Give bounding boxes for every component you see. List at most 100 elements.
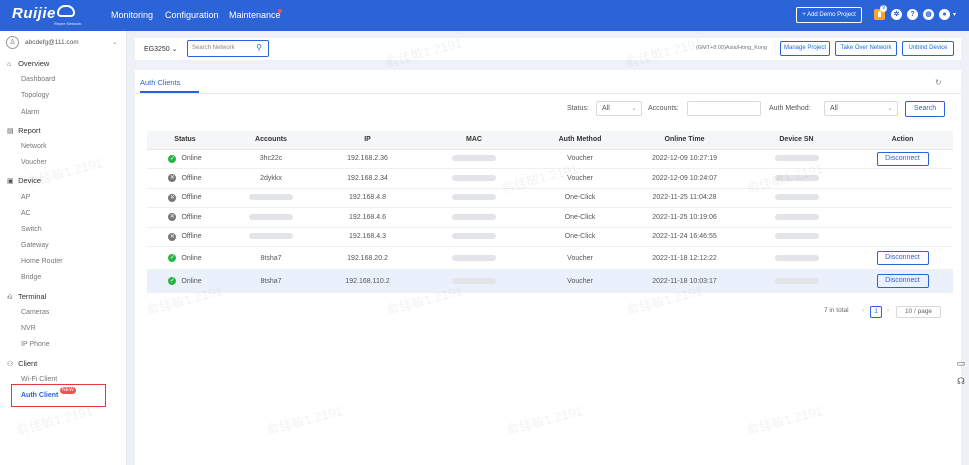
chevron-down-icon: ⌄ bbox=[171, 46, 178, 53]
manage-project-button[interactable]: Manage Project bbox=[780, 41, 830, 56]
gear-icon[interactable]: ✲ bbox=[891, 9, 902, 20]
auth-method-cell: Voucher bbox=[532, 246, 628, 270]
column-header[interactable]: Device SN bbox=[741, 131, 852, 150]
prev-page-icon[interactable]: ‹ bbox=[862, 307, 864, 314]
column-header[interactable]: Action bbox=[852, 131, 953, 150]
nav-maintenance[interactable]: Maintenance bbox=[229, 10, 281, 20]
auth-method-cell: One-Click bbox=[532, 207, 628, 228]
sidebar-item-nvr[interactable]: NVR bbox=[21, 325, 36, 332]
terminal-icon: ⎌ bbox=[7, 294, 13, 301]
status-text: Offline bbox=[181, 213, 202, 221]
action-cell bbox=[852, 188, 953, 208]
sidebar-item-gateway[interactable]: Gateway bbox=[21, 242, 49, 249]
status-filter-select[interactable]: All ⌄ bbox=[596, 101, 642, 116]
redacted-mac bbox=[452, 254, 496, 261]
page-size-select[interactable]: 10 / page bbox=[896, 306, 941, 318]
ip-cell: 192.168.4.8 bbox=[319, 188, 416, 208]
unbind-device-button[interactable]: Unbind Device bbox=[902, 41, 954, 56]
device-sn-cell bbox=[741, 207, 852, 228]
user-icon[interactable]: ● bbox=[939, 9, 950, 20]
search-icon[interactable]: ⚲ bbox=[256, 43, 262, 52]
sidebar-item-ap[interactable]: AP bbox=[21, 194, 30, 201]
account-cell bbox=[223, 207, 319, 228]
sidebar-group-label: Report bbox=[18, 126, 41, 135]
search-button[interactable]: Search bbox=[905, 101, 945, 117]
disconnect-button[interactable]: Disconnect bbox=[876, 151, 929, 166]
disconnect-button[interactable]: Disconnect bbox=[876, 251, 929, 265]
take-over-network-button[interactable]: Take Over Network bbox=[835, 41, 897, 56]
brand-subtitle: Reyee Network bbox=[54, 21, 82, 26]
pagination-total: 7 in total bbox=[824, 307, 849, 314]
sidebar-group-label: Overview bbox=[18, 59, 50, 68]
brand-logo[interactable]: Ruijie bbox=[12, 5, 56, 22]
sidebar-group-report[interactable]: ▤ Report bbox=[7, 126, 41, 135]
sidebar-group-label: Client bbox=[18, 359, 38, 368]
sidebar-item-switch[interactable]: Switch bbox=[21, 226, 42, 233]
account-cell: 3hc22c bbox=[223, 149, 319, 169]
sidebar-item-ac[interactable]: AC bbox=[21, 210, 31, 217]
globe-icon[interactable]: ◍ bbox=[923, 9, 934, 20]
auth-clients-table: Status Accounts IP MAC Auth Method Onlin… bbox=[147, 131, 953, 293]
column-header[interactable]: Auth Method bbox=[532, 131, 628, 150]
user-menu-chevron-icon[interactable]: ▾ bbox=[953, 11, 956, 18]
accounts-filter-input[interactable] bbox=[687, 101, 761, 116]
sidebar-item-voucher[interactable]: Voucher bbox=[21, 159, 47, 166]
chevron-down-icon[interactable]: ⌄ bbox=[112, 38, 117, 46]
auth-method-filter-select[interactable]: All ⌄ bbox=[824, 101, 898, 116]
table-row: ✕ Offline 192.168.4.6 One-Click 2022-11-2… bbox=[147, 207, 953, 228]
sidebar-group-label: Terminal bbox=[17, 292, 47, 301]
column-header[interactable]: Online Time bbox=[628, 131, 741, 150]
feedback-icon[interactable]: ▭ bbox=[954, 358, 968, 372]
ip-cell: 192.168.2.34 bbox=[319, 168, 416, 189]
device-sn-cell bbox=[741, 246, 852, 270]
auth-method-cell: One-Click bbox=[532, 188, 628, 208]
online-time-cell: 2022-11-25 11:04:28 bbox=[628, 188, 741, 208]
online-time-cell: 2022-11-25 10:19:06 bbox=[628, 207, 741, 228]
sidebar-item-ip-phone[interactable]: IP Phone bbox=[21, 341, 50, 348]
account-selector[interactable]: ♙ abcdefg@111.com ⌄ bbox=[6, 36, 121, 54]
account-cell: 8tsha7 bbox=[223, 269, 319, 293]
online-check-icon: ✓ bbox=[168, 277, 177, 285]
sidebar-item-topology[interactable]: Topology bbox=[21, 92, 49, 99]
refresh-icon[interactable]: ↻ bbox=[935, 78, 942, 87]
sidebar-item-wifi-client[interactable]: Wi-Fi Client bbox=[21, 376, 57, 383]
account-cell: 8tsha7 bbox=[223, 246, 319, 270]
action-cell bbox=[852, 207, 953, 228]
column-header[interactable]: IP bbox=[319, 131, 416, 150]
sidebar-item-network[interactable]: Network bbox=[21, 143, 47, 150]
sidebar-group-overview[interactable]: ⌂ Overview bbox=[7, 59, 49, 68]
sidebar-group-client[interactable]: ⚇ Client bbox=[7, 359, 37, 368]
redacted-account bbox=[249, 233, 293, 240]
disconnect-button[interactable]: Disconnect bbox=[876, 274, 929, 288]
sidebar-item-alarm[interactable]: Alarm bbox=[21, 109, 39, 116]
action-cell bbox=[852, 227, 953, 247]
report-icon: ▤ bbox=[7, 128, 14, 135]
sidebar-group-terminal[interactable]: ⎌ Terminal bbox=[7, 292, 46, 302]
next-page-icon[interactable]: › bbox=[887, 307, 889, 314]
nav-monitoring[interactable]: Monitoring bbox=[111, 10, 153, 20]
sidebar-item-bridge[interactable]: Bridge bbox=[21, 274, 41, 281]
action-cell: Disconnect bbox=[852, 149, 953, 169]
status-cell: ✕ Offline bbox=[147, 207, 223, 228]
action-cell: Disconnect bbox=[852, 246, 953, 270]
column-header[interactable]: MAC bbox=[416, 131, 532, 150]
tab-divider bbox=[135, 93, 961, 94]
page-number-button[interactable]: 1 bbox=[870, 306, 882, 318]
redacted-sn bbox=[774, 194, 819, 201]
tab-auth-clients[interactable]: Auth Clients bbox=[140, 78, 180, 87]
online-time-cell: 2022-11-24 16:46:55 bbox=[628, 227, 741, 247]
help-icon[interactable]: ? bbox=[907, 9, 918, 20]
support-headset-icon[interactable]: ☊ bbox=[954, 376, 968, 390]
nav-configuration[interactable]: Configuration bbox=[165, 10, 219, 20]
ip-cell: 192.168.4.6 bbox=[319, 207, 416, 228]
search-network-input[interactable]: Search Network ⚲ bbox=[187, 40, 269, 57]
sidebar-item-cameras[interactable]: Cameras bbox=[21, 309, 49, 316]
sidebar-item-dashboard[interactable]: Dashboard bbox=[21, 76, 55, 83]
device-icon: ▣ bbox=[7, 178, 14, 185]
auth-method-cell: One-Click bbox=[532, 227, 628, 247]
device-selector[interactable]: EG3250 ⌄ bbox=[144, 45, 178, 53]
add-demo-project-button[interactable]: + Add Demo Project bbox=[796, 7, 862, 23]
column-header[interactable]: Status bbox=[147, 131, 223, 150]
sidebar-item-home-router[interactable]: Home Router bbox=[21, 258, 63, 265]
column-header[interactable]: Accounts bbox=[223, 131, 319, 150]
